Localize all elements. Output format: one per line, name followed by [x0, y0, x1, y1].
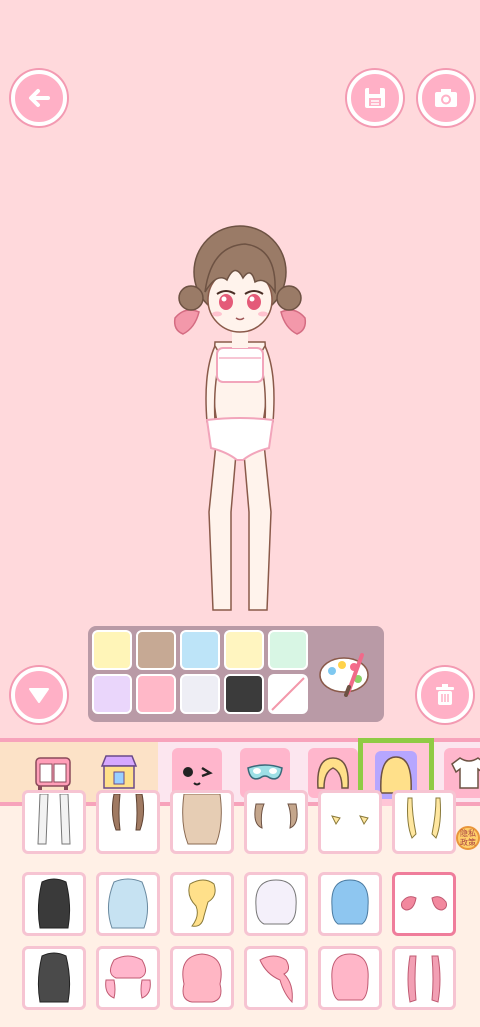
color-swatch[interactable]: [224, 630, 264, 670]
camera-icon: [435, 89, 457, 107]
color-swatch[interactable]: [180, 630, 220, 670]
hair-item-thumbnail: [254, 803, 298, 829]
hair-item-thumbnail: [111, 794, 145, 831]
hair-item-thumbnail: [37, 952, 71, 1003]
hair-item-thumbnail: [407, 955, 441, 1003]
hair-item[interactable]: [22, 946, 86, 1010]
hair-item[interactable]: [392, 946, 456, 1010]
arrow-left-icon: [29, 89, 50, 107]
hair-item-thumbnail: [105, 955, 151, 999]
hair-item[interactable]: [244, 872, 308, 936]
hair-item-thumbnail: [182, 794, 222, 845]
hair-item[interactable]: [170, 946, 234, 1010]
floppy-disk-icon: [365, 88, 385, 108]
character-doll: [173, 225, 307, 611]
hair-item[interactable]: [170, 872, 234, 936]
bangs-icon: [317, 757, 349, 789]
hair-item-thumbnail: [108, 878, 148, 929]
hair-item[interactable]: [318, 790, 382, 854]
color-swatch[interactable]: [92, 674, 132, 714]
back-button[interactable]: [11, 70, 67, 126]
trash-icon: [436, 684, 454, 705]
collapse-panel-button[interactable]: [11, 667, 67, 723]
hair-item-thumbnail: [188, 879, 216, 927]
save-button[interactable]: [347, 70, 403, 126]
hair-item[interactable]: [318, 872, 382, 936]
hair-item-thumbnail: [259, 955, 293, 1004]
hair-item-thumbnail: [182, 953, 222, 1003]
hair-item[interactable]: [318, 946, 382, 1010]
hair-item[interactable]: [170, 790, 234, 854]
hair-item-thumbnail: [331, 815, 369, 825]
hair-item-thumbnail: [37, 878, 71, 929]
wardrobe-icon: [35, 757, 71, 791]
hair-item-thumbnail: [37, 794, 71, 845]
camera-button[interactable]: [418, 70, 474, 126]
shirt-icon: [451, 757, 480, 789]
color-swatch[interactable]: [268, 630, 308, 670]
color-swatch[interactable]: [136, 674, 176, 714]
hair-item[interactable]: [244, 946, 308, 1010]
hair-item[interactable]: [22, 872, 86, 936]
hair-item-thumbnail: [331, 879, 369, 925]
shop-icon: [100, 755, 138, 789]
color-swatch[interactable]: [180, 674, 220, 714]
character-stage: [0, 0, 480, 738]
hair-item-thumbnail: [407, 797, 441, 839]
hair-item[interactable]: [96, 790, 160, 854]
hair-item[interactable]: [244, 790, 308, 854]
delete-button[interactable]: [417, 667, 473, 723]
color-swatch[interactable]: [136, 630, 176, 670]
hair-item[interactable]: [96, 946, 160, 1010]
hair-item[interactable]: [96, 872, 160, 936]
hair-item-thumbnail: [401, 896, 447, 911]
hair-item[interactable]: [392, 790, 456, 854]
hair-item[interactable]: [22, 790, 86, 854]
no-color-swatch[interactable]: [268, 674, 308, 714]
hair-item-thumbnail: [331, 953, 369, 1001]
triangle-down-icon: [29, 688, 49, 703]
color-swatch[interactable]: [224, 674, 264, 714]
hair-item[interactable]: [392, 872, 456, 936]
paint-palette-icon[interactable]: [318, 651, 372, 697]
color-swatch[interactable]: [92, 630, 132, 670]
mask-icon: [247, 764, 283, 780]
face-icon: [183, 766, 213, 786]
privacy-policy-badge[interactable]: 隐私 政策: [456, 826, 480, 850]
hair-item-thumbnail: [255, 879, 297, 925]
